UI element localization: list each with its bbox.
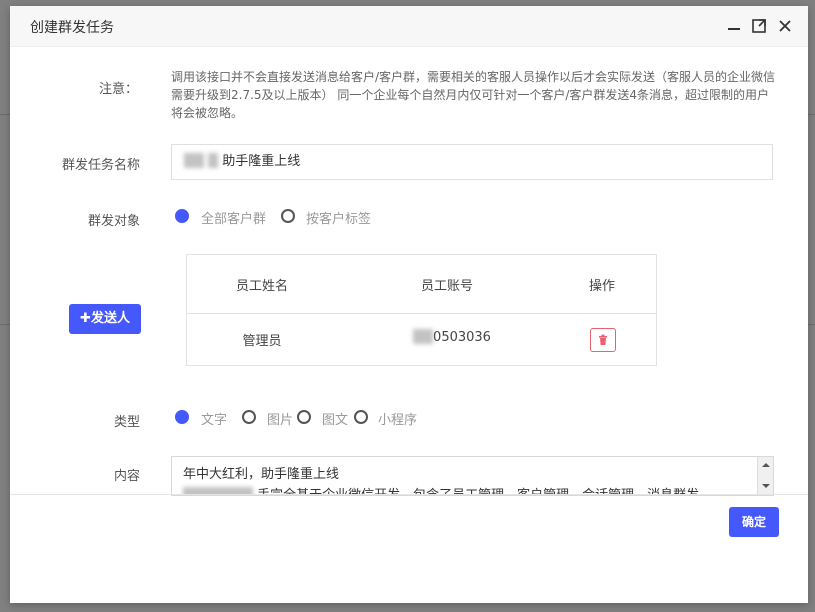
- task-name-value: 助手隆重上线: [222, 154, 301, 169]
- dialog-title: 创建群发任务: [30, 20, 114, 36]
- content-line-1: 年中大红利，助手隆重上线: [183, 467, 340, 482]
- table-header-name: 员工姓名: [235, 279, 288, 294]
- type-option-miniprogram: 小程序: [378, 413, 418, 428]
- target-radio-by-tag[interactable]: [281, 209, 295, 223]
- target-radio-all-groups[interactable]: [175, 209, 189, 223]
- content-label: 内容: [113, 469, 140, 484]
- target-option-all-groups: 全部客户群: [201, 212, 267, 227]
- type-option-image: 图片: [267, 413, 294, 428]
- confirm-button[interactable]: 确定: [729, 507, 779, 537]
- type-radio-text[interactable]: [175, 410, 189, 424]
- create-mass-send-dialog: 创建群发任务 注意： 调用该接口并不会直接发送消息给客户/客户群，需要相关的客服…: [10, 6, 808, 603]
- content-scrollbar[interactable]: [757, 457, 773, 495]
- content-textarea[interactable]: 年中大红利，助手隆重上线 ▒▒▒▒▒▒▒ 手完全基于企业微信开发，包含了员工管理…: [171, 456, 774, 496]
- account-value: 0503036: [433, 330, 491, 345]
- table-cell-account: ▒▒0503036: [402, 330, 502, 345]
- type-option-article: 图文: [322, 413, 349, 428]
- table-header-action: 操作: [588, 279, 615, 294]
- target-option-by-tag: 按客户标签: [306, 212, 372, 227]
- scroll-arrows-icon: [762, 463, 770, 488]
- table-divider: [187, 313, 656, 314]
- add-sender-button[interactable]: ✚发送人: [69, 304, 141, 334]
- type-radio-article[interactable]: [297, 410, 311, 424]
- table-cell-name: 管理员: [242, 334, 282, 349]
- type-option-text: 文字: [201, 413, 228, 428]
- notice-text: 调用该接口并不会直接发送消息给客户/客户群，需要相关的客服人员操作以后才会实际发…: [171, 70, 776, 120]
- task-name-input[interactable]: ▒▒ ▒ 助手隆重上线: [171, 144, 773, 180]
- task-name-redacted: ▒▒ ▒: [184, 154, 219, 169]
- account-redacted: ▒▒: [413, 330, 434, 345]
- task-name-label: 群发任务名称: [61, 158, 140, 173]
- notice-label: 注意：: [98, 82, 138, 97]
- type-radio-miniprogram[interactable]: [354, 410, 368, 424]
- type-radio-image[interactable]: [242, 410, 256, 424]
- table-header-account: 员工账号: [420, 279, 473, 294]
- close-icon[interactable]: [777, 18, 793, 34]
- minimize-icon[interactable]: [726, 18, 742, 34]
- trash-icon: [599, 334, 607, 345]
- delete-sender-button[interactable]: [590, 328, 616, 352]
- target-label: 群发对象: [87, 214, 140, 229]
- type-label: 类型: [113, 415, 140, 430]
- dialog-header: 创建群发任务: [10, 6, 808, 47]
- maximize-icon[interactable]: [751, 18, 767, 34]
- sender-table: 员工姓名 员工账号 操作 管理员 ▒▒0503036: [186, 254, 657, 366]
- footer-divider: [10, 494, 808, 495]
